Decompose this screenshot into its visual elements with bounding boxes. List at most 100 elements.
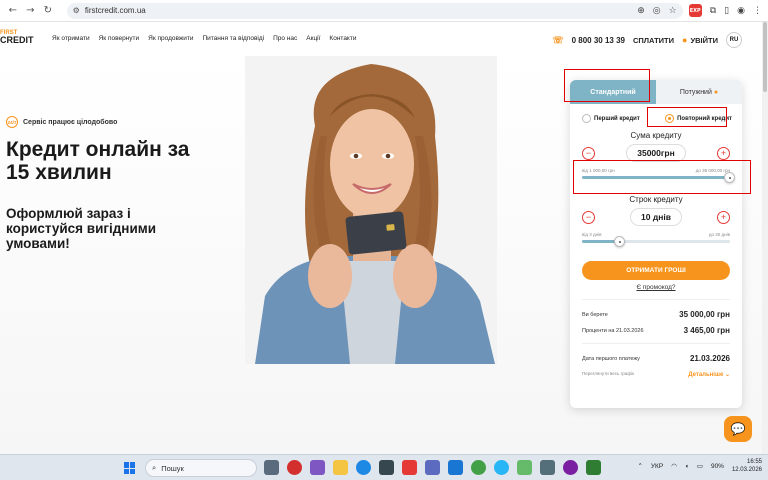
pay-link[interactable]: СПЛАТИТИ [633, 36, 674, 45]
term-increase-button[interactable]: + [717, 210, 730, 224]
loan-calculator: Стандартний Потужний ● Перший кредит Пов… [570, 80, 742, 408]
reload-icon[interactable]: ↻ [41, 4, 55, 18]
amount-decrease-button[interactable]: − [582, 146, 595, 160]
page-scrollbar[interactable] [762, 22, 768, 454]
profile-icon[interactable]: ◉ [737, 6, 745, 16]
radio-first-credit-dot[interactable] [582, 114, 591, 123]
phone-number[interactable]: 0 800 30 13 39 [572, 36, 625, 45]
menu-item-how-to-get[interactable]: Як отримати [52, 35, 90, 42]
term-slider[interactable] [582, 236, 730, 247]
site-header: FIRST CREDIT Як отримати Як повернути Як… [0, 22, 768, 56]
extension-icon[interactable]: EXP [688, 4, 702, 17]
extensions-puzzle-icon[interactable]: ⧉ [710, 6, 716, 16]
hero-photo [245, 56, 497, 364]
hero-section: 24/7 Сервіс працює цілодобово Кредит онл… [0, 56, 762, 454]
logo-bottom-text: CREDIT [0, 35, 34, 45]
search-icon: ⌕ [152, 463, 157, 472]
teams-icon[interactable] [425, 460, 440, 475]
taskbar-search[interactable]: ⌕ Пошук [145, 459, 257, 477]
tray-overflow-icon[interactable]: ⌃ [637, 462, 642, 470]
app-l-icon[interactable] [402, 460, 417, 475]
promo-code-link[interactable]: Є промокод? [570, 284, 742, 291]
borrow-value: 35 000,00 грн [679, 310, 730, 319]
menu-item-about[interactable]: Про нас [273, 35, 297, 42]
task-view-icon[interactable] [264, 460, 279, 475]
sidebar-icon[interactable]: ▯ [724, 6, 729, 16]
radio-first-credit-label: Перший кредит [594, 115, 640, 122]
zoom-icon[interactable]: ⊕ [637, 6, 645, 16]
scrollbar-thumb[interactable] [763, 22, 767, 92]
address-bar[interactable]: ⚙ firstcredit.com.ua ⊕ ◎ ☆ [66, 2, 683, 19]
tray-language[interactable]: УКР [651, 463, 663, 470]
payment-date-label: Дата першого платежу [582, 355, 640, 362]
schedule-link[interactable]: Переглянути весь графік [582, 371, 634, 378]
payment-date-value: 21.03.2026 [689, 354, 730, 363]
taskbar-search-label: Пошук [161, 463, 184, 473]
biceps-icon: ● [713, 88, 719, 96]
menu-item-faq[interactable]: Питання та відповіді [202, 35, 264, 42]
menu-item-contacts[interactable]: Контакти [329, 35, 356, 42]
term-max-label: до 30 днів [708, 232, 730, 237]
term-title: Строк кредиту [629, 195, 683, 204]
clock[interactable]: 16:55 12.03.2026 [732, 458, 762, 474]
get-money-button[interactable]: ОТРИМАТИ ГРОШІ [582, 261, 730, 280]
file-explorer-icon[interactable] [333, 460, 348, 475]
clock-time: 16:55 [746, 459, 762, 465]
annotation-box-repeat-credit [647, 107, 727, 127]
language-switch[interactable]: RU [726, 32, 742, 48]
chat-button[interactable]: 💬 [724, 416, 752, 442]
menu-dots-icon[interactable]: ⋮ [753, 6, 762, 16]
taskbar: ⌕ Пошук ⌃ УКР ◠ ◖ ▭ 90% 16:55 12.03.2026 [0, 454, 768, 480]
details-label: Детальніше [688, 372, 724, 378]
interest-value: 3 465,00 грн [683, 326, 730, 335]
store-icon[interactable] [379, 460, 394, 475]
annotation-box-standard-tab [564, 69, 650, 102]
menu-item-how-to-repay[interactable]: Як повернути [99, 35, 140, 42]
radio-first-credit[interactable]: Перший кредит [582, 114, 640, 123]
volume-icon[interactable]: ◖ [685, 463, 689, 470]
term-slider-handle[interactable] [614, 236, 626, 247]
clock-date: 12.03.2026 [731, 467, 762, 473]
chat-bubble-icon: 💬 [730, 422, 746, 436]
tab-powerful[interactable]: Потужний ● [656, 80, 742, 104]
telegram-icon[interactable] [494, 460, 509, 475]
bookmark-star-icon[interactable]: ☆ [669, 6, 677, 16]
eye-off-icon[interactable]: ◎ [653, 6, 661, 16]
term-value[interactable]: 10 днів [630, 208, 682, 226]
viber-icon[interactable] [563, 460, 578, 475]
dropbox-icon[interactable] [448, 460, 463, 475]
edge-icon[interactable] [356, 460, 371, 475]
logo[interactable]: FIRST CREDIT [0, 30, 34, 45]
back-icon[interactable]: ← [6, 4, 20, 18]
upwork-icon[interactable] [517, 460, 532, 475]
windows-start-icon[interactable] [124, 462, 136, 474]
term-min-label: від 3 днів [582, 232, 602, 237]
menu-item-promotions[interactable]: Акції [306, 35, 320, 42]
borrow-label: Ви берете [582, 311, 608, 318]
battery-icon[interactable]: ▭ [697, 462, 703, 470]
wifi-icon[interactable]: ◠ [671, 462, 677, 470]
service-badge-text: Сервіс працює цілодобово [23, 118, 118, 126]
menu-item-how-to-extend[interactable]: Як продовжити [148, 35, 193, 42]
desktop-app-icon[interactable] [540, 460, 555, 475]
excel-icon[interactable] [586, 460, 601, 475]
amount-title: Сума кредиту [630, 131, 682, 140]
opera-icon[interactable] [287, 460, 302, 475]
service-badge: 24/7 Сервіс працює цілодобово [6, 116, 117, 128]
copilot-icon[interactable] [310, 460, 325, 475]
battery-percent: 90% [710, 462, 724, 470]
amount-increase-button[interactable]: + [716, 146, 730, 160]
forward-icon[interactable]: → [24, 4, 38, 18]
calc-divider-2 [582, 343, 730, 344]
url-text: firstcredit.com.ua [84, 6, 146, 15]
chrome-icon[interactable] [471, 460, 486, 475]
login-label: УВІЙТИ [690, 35, 718, 45]
main-menu: Як отримати Як повернути Як продовжити П… [52, 35, 356, 42]
details-link[interactable]: Детальніше ⌄ [688, 371, 730, 378]
tab-powerful-label: Потужний [679, 88, 712, 96]
term-decrease-button[interactable]: − [582, 210, 595, 224]
annotation-box-amount-slider [573, 160, 751, 194]
site-info-icon[interactable]: ⚙ [73, 6, 80, 15]
login-link[interactable]: ● УВІЙТИ [682, 35, 718, 45]
hero-subline: Оформлюй зараз і користуйся вигідними ум… [6, 206, 157, 251]
